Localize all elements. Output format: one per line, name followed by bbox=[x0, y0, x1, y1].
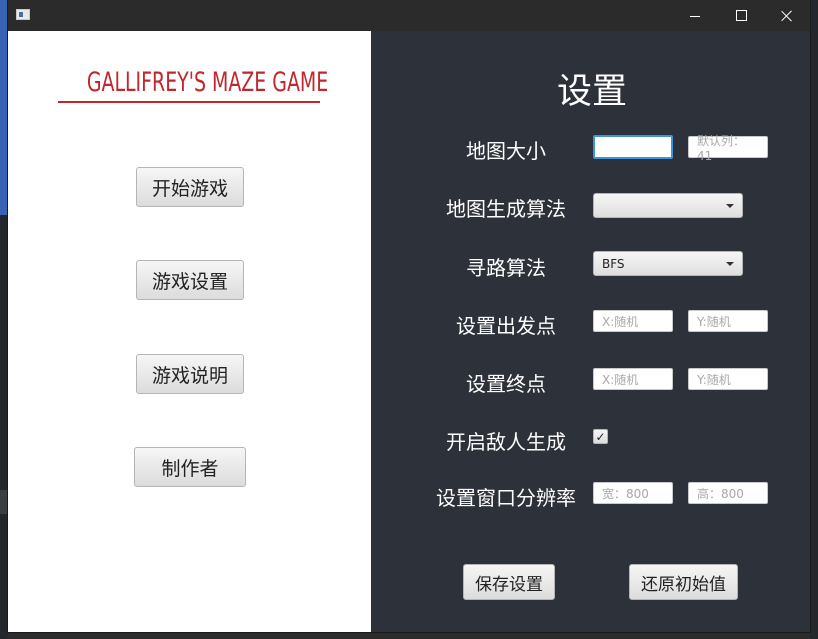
game-title: GALLIFREY'S MAZE GAME bbox=[86, 67, 329, 98]
game-instructions-button[interactable]: 游戏说明 bbox=[136, 354, 244, 394]
resolution-height-input[interactable]: 高：800 bbox=[688, 482, 768, 504]
enemy-spawn-label: 开启敌人生成 bbox=[446, 430, 566, 454]
settings-panel: 设置 地图大小 默认列：41 地图生成算法 寻路算法 BFS 设置出发点 X:随… bbox=[371, 31, 810, 632]
start-game-button[interactable]: 开始游戏 bbox=[136, 167, 244, 207]
game-title-underline bbox=[58, 101, 320, 103]
close-icon bbox=[781, 10, 793, 22]
map-size-default-field[interactable]: 默认列：41 bbox=[688, 134, 768, 163]
app-window: GALLIFREY'S MAZE GAME 开始游戏 游戏设置 游戏说明 制作者… bbox=[8, 0, 810, 632]
path-algorithm-label: 寻路算法 bbox=[466, 256, 546, 280]
maximize-button[interactable] bbox=[718, 0, 764, 31]
desktop-background-right bbox=[810, 0, 818, 639]
start-point-label: 设置出发点 bbox=[456, 314, 556, 338]
desktop-editor-fragment bbox=[0, 0, 8, 215]
path-algorithm-value: BFS bbox=[602, 256, 625, 271]
start-y-input[interactable]: Y:随机 bbox=[688, 310, 768, 332]
end-point-label: 设置终点 bbox=[466, 372, 546, 396]
minimize-icon bbox=[690, 16, 700, 17]
chevron-down-icon bbox=[726, 262, 734, 266]
main-menu-panel: GALLIFREY'S MAZE GAME 开始游戏 游戏设置 游戏说明 制作者 bbox=[8, 31, 371, 632]
enemy-spawn-checkbox[interactable]: ✓ bbox=[593, 429, 608, 444]
minimize-button[interactable] bbox=[672, 0, 718, 31]
map-size-input[interactable] bbox=[593, 135, 673, 159]
end-x-input[interactable]: X:随机 bbox=[593, 368, 673, 390]
path-algorithm-select[interactable]: BFS bbox=[593, 251, 743, 276]
credits-button[interactable]: 制作者 bbox=[134, 447, 246, 487]
close-button[interactable] bbox=[764, 0, 810, 31]
save-settings-button[interactable]: 保存设置 bbox=[463, 564, 555, 600]
app-icon bbox=[16, 9, 30, 20]
resolution-label: 设置窗口分辨率 bbox=[436, 486, 576, 510]
settings-title: 设置 bbox=[556, 72, 627, 112]
start-x-input[interactable]: X:随机 bbox=[593, 310, 673, 332]
maximize-icon bbox=[735, 10, 747, 21]
game-settings-button[interactable]: 游戏设置 bbox=[136, 260, 244, 300]
reset-defaults-button[interactable]: 还原初始值 bbox=[629, 564, 738, 600]
map-size-label: 地图大小 bbox=[466, 139, 546, 163]
chevron-down-icon bbox=[726, 204, 734, 208]
title-bar[interactable] bbox=[8, 0, 810, 31]
map-algorithm-label: 地图生成算法 bbox=[446, 197, 566, 221]
map-algorithm-select[interactable] bbox=[593, 193, 743, 218]
resolution-width-input[interactable]: 宽：800 bbox=[593, 482, 673, 504]
end-y-input[interactable]: Y:随机 bbox=[688, 368, 768, 390]
checkmark-icon: ✓ bbox=[595, 429, 606, 444]
